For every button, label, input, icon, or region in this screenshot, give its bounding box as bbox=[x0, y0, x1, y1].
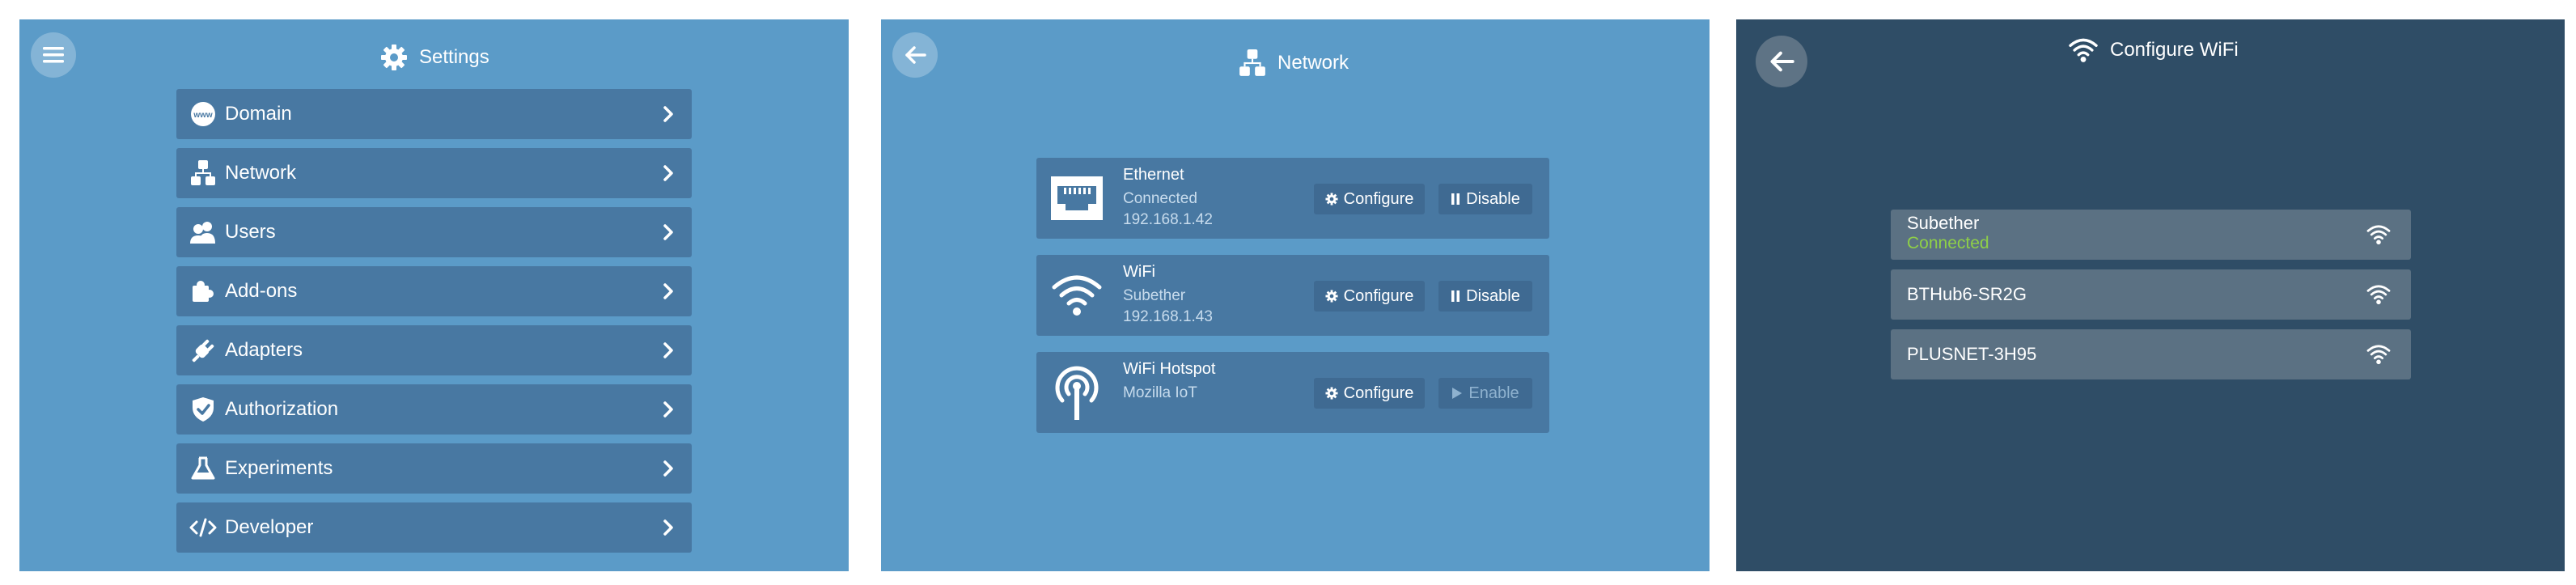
pause-icon bbox=[1451, 193, 1460, 205]
plug-icon bbox=[189, 337, 217, 364]
interface-ssid: Subether bbox=[1123, 287, 1186, 304]
menu-item-developer[interactable]: Developer bbox=[176, 502, 692, 553]
network-panel: Network Ethernet Connected 192.168.1.42 … bbox=[881, 19, 1710, 571]
wifi-signal-icon bbox=[2366, 224, 2392, 249]
menu-item-network[interactable]: Network bbox=[176, 148, 692, 198]
interface-name: WiFi Hotspot bbox=[1123, 360, 1216, 378]
menu-item-label: Network bbox=[225, 162, 297, 184]
configure-button[interactable]: Configure bbox=[1314, 378, 1425, 409]
configure-wifi-panel: Configure WiFi Subether Connected BTHub6… bbox=[1736, 19, 2565, 571]
menu-button[interactable] bbox=[31, 32, 76, 78]
wifi-signal-icon bbox=[2366, 284, 2392, 309]
ethernet-port-icon bbox=[1051, 172, 1103, 224]
back-arrow-icon bbox=[1770, 51, 1794, 72]
interface-ip: 192.168.1.43 bbox=[1123, 308, 1213, 325]
configure-button[interactable]: Configure bbox=[1314, 184, 1425, 214]
hotspot-ssid: Mozilla IoT bbox=[1123, 384, 1197, 401]
chevron-right-icon bbox=[659, 401, 677, 418]
title-text: Settings bbox=[419, 46, 489, 68]
wifi-network-item[interactable]: Subether Connected bbox=[1891, 210, 2411, 260]
gear-icon bbox=[1325, 290, 1338, 303]
chevron-right-icon bbox=[659, 519, 677, 536]
play-icon bbox=[1452, 388, 1463, 399]
menu-item-users[interactable]: Users bbox=[176, 207, 692, 257]
chevron-right-icon bbox=[659, 460, 677, 477]
shield-check-icon bbox=[189, 396, 217, 423]
www-globe-icon: www bbox=[189, 100, 217, 128]
wifi-icon bbox=[2069, 38, 2098, 62]
pause-icon bbox=[1451, 290, 1460, 302]
network-icon bbox=[1239, 49, 1265, 76]
chevron-right-icon bbox=[659, 341, 677, 359]
menu-item-adapters[interactable]: Adapters bbox=[176, 325, 692, 375]
title-text: Network bbox=[1277, 52, 1349, 74]
wifi-ssid: BTHub6-SR2G bbox=[1907, 284, 2027, 304]
settings-panel: Settings www Domain Network Users Add-on… bbox=[19, 19, 849, 571]
toggle-label: Enable bbox=[1468, 384, 1519, 402]
toggle-label: Disable bbox=[1466, 189, 1520, 208]
chevron-right-icon bbox=[659, 164, 677, 182]
page-title: Settings bbox=[380, 44, 489, 71]
wifi-network-item[interactable]: PLUSNET-3H95 bbox=[1891, 329, 2411, 379]
menu-item-label: Adapters bbox=[225, 339, 303, 361]
interface-status: Connected bbox=[1123, 190, 1197, 207]
configure-label: Configure bbox=[1343, 189, 1414, 208]
disable-button[interactable]: Disable bbox=[1438, 184, 1532, 214]
wifi-signal-icon bbox=[2366, 344, 2392, 369]
back-button[interactable] bbox=[1756, 36, 1807, 87]
interface-ip: 192.168.1.42 bbox=[1123, 211, 1213, 228]
interface-name: WiFi bbox=[1123, 263, 1155, 281]
gear-icon bbox=[1325, 387, 1338, 400]
svg-text:www: www bbox=[193, 111, 213, 120]
wifi-status: Connected bbox=[1907, 234, 1989, 252]
menu-item-authorization[interactable]: Authorization bbox=[176, 384, 692, 435]
gear-icon bbox=[381, 45, 407, 70]
puzzle-icon bbox=[189, 278, 217, 305]
network-card-ethernet: Ethernet Connected 192.168.1.42 Configur… bbox=[1036, 158, 1549, 239]
wifi-ssid: Subether bbox=[1907, 213, 1980, 233]
menu-item-domain[interactable]: www Domain bbox=[176, 89, 692, 139]
hamburger-menu-icon bbox=[43, 47, 64, 63]
toggle-label: Disable bbox=[1466, 286, 1520, 305]
menu-item-label: Domain bbox=[225, 103, 292, 125]
network-icon bbox=[189, 159, 217, 187]
code-icon bbox=[189, 514, 217, 541]
users-icon bbox=[189, 218, 217, 246]
configure-button[interactable]: Configure bbox=[1314, 281, 1425, 312]
wifi-network-item[interactable]: BTHub6-SR2G bbox=[1891, 269, 2411, 320]
disable-button[interactable]: Disable bbox=[1438, 281, 1532, 312]
chevron-right-icon bbox=[659, 105, 677, 123]
interface-name: Ethernet bbox=[1123, 166, 1184, 184]
network-card-wifi: WiFi Subether 192.168.1.43 Configure Dis… bbox=[1036, 255, 1549, 336]
menu-item-label: Add-ons bbox=[225, 280, 298, 302]
page-title: Network bbox=[1239, 49, 1349, 78]
enable-button[interactable]: Enable bbox=[1438, 378, 1532, 409]
flask-icon bbox=[189, 455, 217, 482]
network-card-hotspot: WiFi Hotspot Mozilla IoT Configure Enabl… bbox=[1036, 352, 1549, 433]
menu-item-experiments[interactable]: Experiments bbox=[176, 443, 692, 494]
menu-item-add-ons[interactable]: Add-ons bbox=[176, 266, 692, 316]
chevron-right-icon bbox=[659, 223, 677, 241]
menu-item-label: Users bbox=[225, 221, 276, 243]
gear-icon bbox=[1325, 193, 1338, 206]
hotspot-antenna-icon bbox=[1051, 366, 1103, 420]
menu-item-label: Authorization bbox=[225, 398, 339, 420]
wifi-icon bbox=[1051, 269, 1103, 321]
page-title: Configure WiFi bbox=[2068, 37, 2239, 63]
wifi-ssid: PLUSNET-3H95 bbox=[1907, 344, 2037, 364]
configure-label: Configure bbox=[1343, 384, 1414, 402]
menu-item-label: Developer bbox=[225, 516, 314, 538]
menu-item-label: Experiments bbox=[225, 457, 333, 479]
chevron-right-icon bbox=[659, 282, 677, 300]
configure-label: Configure bbox=[1343, 286, 1414, 305]
back-button[interactable] bbox=[892, 32, 938, 78]
settings-menu: www Domain Network Users Add-ons Adapter… bbox=[176, 89, 692, 562]
title-text: Configure WiFi bbox=[2110, 39, 2239, 61]
back-arrow-icon bbox=[905, 46, 926, 64]
